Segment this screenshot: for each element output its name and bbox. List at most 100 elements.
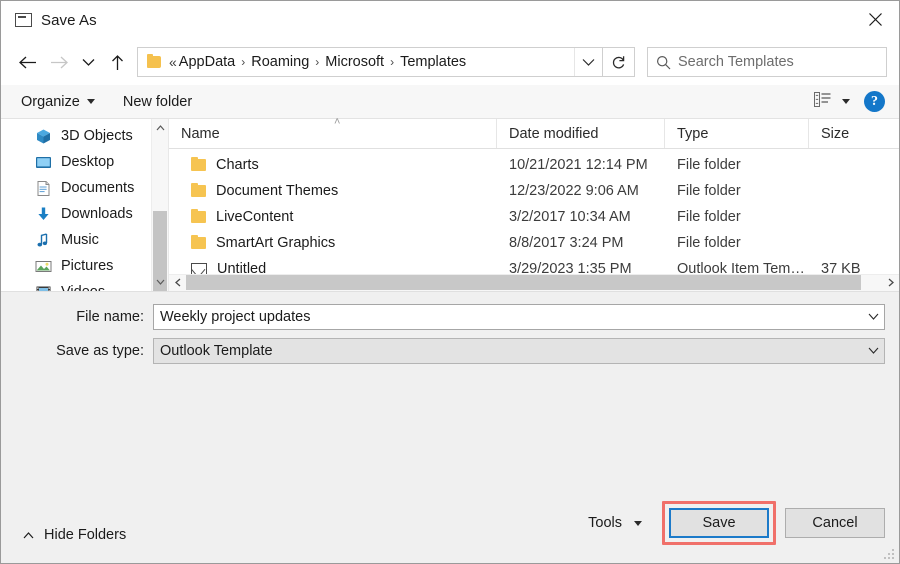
chevron-right-icon[interactable] — [882, 274, 899, 291]
tools-button[interactable]: Tools — [588, 515, 642, 531]
table-row[interactable]: Untitled 3/29/2023 1:35 PM Outlook Item … — [169, 256, 899, 274]
table-row[interactable]: Document Themes 12/23/2022 9:06 AM File … — [169, 178, 899, 204]
horizontal-scrollbar[interactable] — [169, 273, 899, 291]
breadcrumb-separator[interactable]: › — [241, 55, 245, 69]
sidebar-item-label: Videos — [61, 284, 105, 291]
column-header-type[interactable]: Type — [665, 119, 809, 148]
sidebar-item-documents[interactable]: Documents — [1, 175, 168, 201]
file-name-label: Charts — [216, 157, 259, 173]
search-input[interactable]: Search Templates — [647, 47, 887, 77]
file-name-input[interactable]: Weekly project updates — [153, 303, 885, 330]
forward-button[interactable] — [43, 46, 75, 78]
file-date-cell: 8/8/2017 3:24 PM — [509, 235, 624, 251]
file-name-cell: Charts — [169, 157, 497, 173]
breadcrumb-separator[interactable]: › — [315, 55, 319, 69]
title-bar: Save As — [1, 1, 899, 39]
breadcrumb-item-roaming[interactable]: Roaming — [251, 54, 309, 70]
3d-objects-icon — [35, 128, 52, 145]
caret-down-icon — [86, 99, 95, 104]
new-folder-button[interactable]: New folder — [123, 94, 192, 110]
organize-label: Organize — [21, 93, 80, 110]
file-type-cell: File folder — [677, 157, 741, 173]
file-name-value: Weekly project updates — [160, 308, 311, 325]
column-header-date-modified[interactable]: Date modified — [497, 119, 665, 148]
help-icon[interactable]: ? — [864, 91, 885, 112]
refresh-icon[interactable] — [603, 47, 635, 77]
new-folder-label: New folder — [122, 93, 193, 110]
up-button[interactable] — [101, 46, 133, 78]
back-button[interactable] — [11, 46, 43, 78]
file-date-cell: 3/2/2017 10:34 AM — [509, 209, 631, 225]
file-type-cell: File folder — [677, 183, 741, 199]
file-name-cell: Document Themes — [169, 183, 497, 199]
sidebar-item-3d-objects[interactable]: 3D Objects — [1, 123, 168, 149]
file-rows: Charts 10/21/2021 12:14 PM File folder D… — [169, 149, 899, 274]
file-name-label: Document Themes — [216, 183, 339, 199]
file-date-cell: 12/23/2022 9:06 AM — [509, 183, 639, 199]
save-as-dialog: Save As « AppData › Roaming › Microsoft … — [0, 0, 900, 564]
horizontal-scrollbar-thumb[interactable] — [186, 275, 862, 290]
chevron-down-icon[interactable] — [152, 274, 168, 291]
breadcrumb-separator[interactable]: › — [390, 55, 394, 69]
hide-folders-button[interactable]: Hide Folders — [15, 527, 126, 543]
column-header-name[interactable]: Name — [169, 119, 497, 148]
documents-icon — [35, 180, 52, 197]
save-as-type-row: Save as type: Outlook Template — [15, 337, 885, 364]
sidebar-item-label: Music — [61, 232, 99, 248]
sidebar-item-downloads[interactable]: Downloads — [1, 201, 168, 227]
chevron-up-icon[interactable] — [152, 119, 168, 136]
caret-down-icon — [634, 520, 642, 526]
chevron-down-icon[interactable] — [574, 48, 602, 76]
sidebar-scrollbar[interactable] — [151, 119, 168, 291]
breadcrumb-ellipsis[interactable]: « — [169, 54, 177, 70]
close-icon[interactable] — [851, 1, 899, 38]
file-type-cell: Outlook Item Tem… — [677, 261, 805, 274]
recent-locations-button[interactable] — [75, 46, 101, 78]
breadcrumb-item-templates[interactable]: Templates — [400, 54, 466, 70]
save-button[interactable]: Save — [669, 508, 769, 538]
chevron-down-icon[interactable] — [862, 305, 884, 329]
column-header-size[interactable]: Size — [809, 119, 899, 148]
table-row[interactable]: LiveContent 3/2/2017 10:34 AM File folde… — [169, 204, 899, 230]
file-name-label: LiveContent — [216, 209, 294, 225]
desktop-icon — [35, 154, 52, 171]
file-date-cell: 3/29/2023 1:35 PM — [509, 261, 632, 274]
file-name-label: File name: — [76, 308, 144, 325]
sidebar-item-pictures[interactable]: Pictures — [1, 253, 168, 279]
sort-ascending-icon: ˄ — [334, 116, 341, 128]
organize-button[interactable]: Organize — [21, 94, 95, 110]
breadcrumb-item-microsoft[interactable]: Microsoft — [325, 54, 384, 70]
cancel-button[interactable]: Cancel — [785, 508, 885, 538]
sidebar-item-videos[interactable]: Videos — [1, 279, 168, 291]
sidebar-item-music[interactable]: Music — [1, 227, 168, 253]
downloads-icon — [35, 206, 52, 223]
file-name-row: File name: Weekly project updates — [15, 303, 885, 330]
videos-icon — [35, 284, 52, 291]
column-headers: ˄ Name Date modified Type Size — [169, 116, 899, 149]
sidebar-item-desktop[interactable]: Desktop — [1, 149, 168, 175]
folder-tree: 3D Objects Desktop Documents Downloads M… — [1, 119, 168, 291]
dialog-footer: Hide Folders Tools Save Cancel — [1, 377, 899, 563]
folder-icon — [191, 183, 206, 197]
view-options-button[interactable] — [814, 91, 850, 112]
list-view-icon — [814, 91, 831, 112]
breadcrumb-item-appdata[interactable]: AppData — [179, 54, 235, 70]
table-row[interactable]: SmartArt Graphics 8/8/2017 3:24 PM File … — [169, 230, 899, 256]
horizontal-scrollbar-track[interactable] — [186, 274, 882, 291]
hide-folders-label: Hide Folders — [44, 527, 127, 543]
search-icon — [648, 48, 678, 76]
navigation-pane: 3D Objects Desktop Documents Downloads M… — [1, 119, 169, 291]
chevron-left-icon[interactable] — [169, 274, 186, 291]
save-button-highlight: Save — [662, 501, 776, 545]
pictures-icon — [35, 258, 52, 275]
sidebar-item-label: Desktop — [61, 154, 115, 170]
resize-grip-icon[interactable] — [882, 547, 895, 560]
chevron-down-icon[interactable] — [862, 339, 884, 363]
save-as-type-select[interactable]: Outlook Template — [153, 337, 885, 364]
command-toolbar: Organize New folder ? — [1, 85, 899, 119]
tools-label: Tools — [588, 515, 622, 531]
table-row[interactable]: Charts 10/21/2021 12:14 PM File folder — [169, 152, 899, 178]
navigation-bar: « AppData › Roaming › Microsoft › Templa… — [1, 39, 899, 85]
address-bar[interactable]: « AppData › Roaming › Microsoft › Templa… — [137, 47, 603, 77]
folder-icon — [191, 209, 206, 223]
